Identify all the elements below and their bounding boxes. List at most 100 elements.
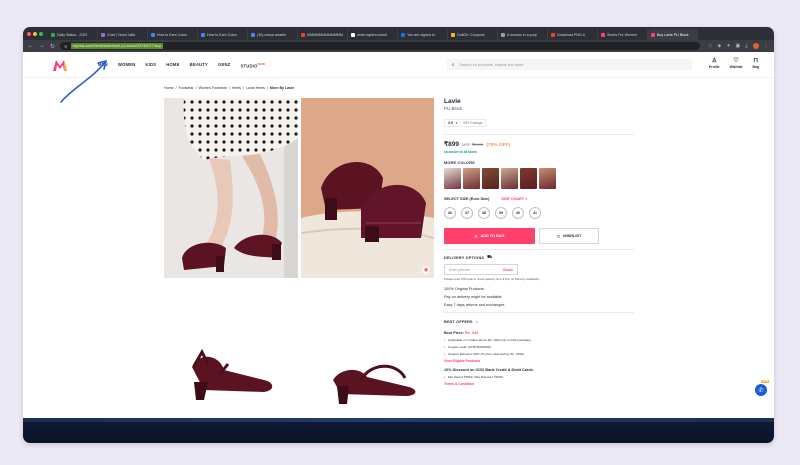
profile-button[interactable]: ♙ Profile [709, 58, 720, 69]
breadcrumb-separator: / [228, 86, 230, 90]
nav-studio-label: STUDIO [240, 63, 258, 69]
search-input[interactable]: ⌕ Search for products, brands and more [447, 59, 692, 70]
delivery-options-heading: DELIVERY OPTIONS ⛟ [444, 255, 634, 260]
breadcrumb-separator: / [266, 86, 268, 90]
tab-label: what myntra brand [357, 32, 387, 37]
breadcrumb-footwear[interactable]: Footwear [179, 86, 194, 90]
browser-tab[interactable]: what myntra brand [348, 29, 398, 40]
price-row: ₹899 MRP₹2999 (70% OFF) [444, 140, 634, 148]
url-field[interactable]: ⚙ myntra.com/heels/lavie/lavie-pu-block/… [60, 42, 700, 50]
chat-widget-button[interactable]: ✆ [755, 384, 767, 396]
cta-buttons: ⊓ ADD TO BAG ♡ WISHLIST [444, 228, 634, 244]
address-bar-row: ← → ↻ ⚙ myntra.com/heels/lavie/lavie-pu-… [23, 40, 774, 52]
size-button[interactable]: 39 [495, 207, 507, 219]
site-info-icon[interactable]: ⚙ [64, 44, 68, 49]
size-button[interactable]: 37 [461, 207, 473, 219]
size-button[interactable]: 41 [529, 207, 541, 219]
browser-tab[interactable]: Buy Lavie PU Block [648, 29, 698, 40]
browser-tab[interactable]: Shoes For Women [598, 29, 648, 40]
browser-tab[interactable]: DotiOh: Coupons [448, 29, 498, 40]
browser-menu-icon[interactable]: ⋮ [764, 43, 769, 49]
pincode-field[interactable]: Enter pincode Check [444, 264, 518, 275]
color-swatch[interactable] [463, 168, 480, 189]
tab-favicon-icon [201, 32, 205, 37]
forward-arrow-icon[interactable]: → [38, 43, 45, 49]
product-image-2[interactable]: ◉ [301, 98, 434, 278]
color-swatch[interactable] [444, 168, 461, 189]
tab-favicon-icon [151, 32, 155, 37]
color-swatch[interactable] [539, 168, 556, 189]
browser-tab[interactable]: (30) soeya anarthi [248, 29, 298, 40]
nav-kids[interactable]: KIDS [145, 62, 156, 68]
tab-label: You are signed in [407, 32, 435, 37]
nav-beauty[interactable]: BEAUTY [190, 62, 208, 68]
back-arrow-icon[interactable]: ← [27, 43, 34, 49]
maximize-window-button[interactable] [39, 31, 43, 36]
tab-label: Chat | Vinod Jalla [107, 32, 136, 37]
breadcrumb: Home / Footwear / Women Footwear / Heels… [164, 86, 294, 90]
browser-window: Daily Status - 2023 Chat | Vinod Jalla How… [23, 27, 774, 443]
nav-studio[interactable]: STUDIONEW [240, 62, 265, 68]
breadcrumb-home[interactable]: Home [164, 86, 174, 90]
browser-tab[interactable]: How to Earn Coins [198, 29, 248, 40]
select-size-heading: SELECT SIZE (Euro Size) [444, 197, 490, 201]
tab-favicon-icon [601, 32, 605, 37]
breadcrumb-current: More By Lavie [269, 86, 295, 90]
minimize-window-button[interactable] [33, 31, 37, 36]
nav-women[interactable]: WOMEN [118, 62, 136, 68]
browser-tab[interactable]: Download PNG & [548, 29, 598, 40]
breadcrumb-women-footwear[interactable]: Women Footwear [199, 86, 227, 90]
browser-tab[interactable]: Daily Status - 2023 [48, 29, 98, 40]
tab-favicon-icon [51, 32, 55, 37]
close-window-button[interactable] [27, 31, 31, 36]
add-to-bag-button[interactable]: ⊓ ADD TO BAG [444, 228, 535, 244]
footer-glow [23, 418, 774, 422]
tab-label: How to Earn Coins [207, 32, 237, 37]
size-button[interactable]: 38 [478, 207, 490, 219]
color-swatch[interactable] [501, 168, 518, 189]
rating-divider: | [460, 121, 462, 125]
download-icon[interactable]: ⤓ [745, 43, 747, 49]
side-panel-icon[interactable]: ▣ [736, 43, 741, 49]
breadcrumb-separator: / [175, 86, 177, 90]
browser-tab[interactable]: A woman in a purp [498, 29, 548, 40]
wishlist-button[interactable]: ♡ Wishlist [730, 58, 743, 69]
wishlist-button[interactable]: ♡ WISHLIST [539, 228, 599, 244]
browser-tab[interactable]: Chat | Vinod Jalla [98, 29, 148, 40]
browser-tab[interactable]: MMMMMMMMMMMM [298, 29, 348, 40]
product-image-1[interactable] [164, 98, 298, 278]
nav-home[interactable]: HOME [166, 62, 179, 68]
bank-offer-point: Min Spend ₹3500, Max Discount ₹1000. [444, 375, 634, 379]
reload-icon[interactable]: ↻ [49, 43, 56, 50]
terms-link[interactable]: Terms & Condition [444, 382, 634, 386]
tag-icon: ⌂ [475, 320, 479, 324]
bag-icon: ⊓ [753, 58, 759, 64]
check-pincode-button[interactable]: Check [503, 268, 513, 272]
color-swatch[interactable] [520, 168, 537, 189]
bookmark-star-icon[interactable]: ☆ [708, 43, 712, 49]
browser-tab[interactable]: You are signed in [398, 29, 448, 40]
extensions-puzzle-icon[interactable]: ✦ [726, 43, 730, 49]
tab-favicon-icon [451, 32, 455, 37]
size-chart-link[interactable]: SIZE CHART > [501, 197, 527, 201]
browser-profile-avatar[interactable] [752, 43, 759, 49]
rating-badge[interactable]: 3.9 ★ | 659 Ratings [444, 119, 487, 127]
bell-icon: ✆ [758, 387, 764, 394]
tab-label: MMMMMMMMMMMM [307, 32, 343, 37]
tab-label: Buy Lavie PU Block [657, 32, 689, 37]
view-eligible-products-link[interactable]: View Eligible Products [444, 359, 634, 363]
extension-icon[interactable]: ◈ [717, 43, 721, 49]
camera-search-icon[interactable]: ◉ [422, 266, 430, 274]
tab-label: A woman in a purp [507, 32, 537, 37]
browser-tab[interactable]: How to Earn Coins [148, 29, 198, 40]
breadcrumb-heels[interactable]: Heels [232, 86, 241, 90]
bag-button[interactable]: ⊓ Bag [753, 58, 759, 69]
tab-favicon-icon [251, 32, 255, 37]
color-swatch[interactable] [482, 168, 499, 189]
nav-genz[interactable]: GENZ [218, 62, 230, 68]
size-button[interactable]: 40 [512, 207, 524, 219]
tab-favicon-icon [351, 32, 355, 37]
product-photo-shoes-on-pillow [301, 98, 434, 278]
size-button[interactable]: 36 [444, 207, 456, 219]
breadcrumb-lavie-heels[interactable]: Lavie Heels [246, 86, 265, 90]
